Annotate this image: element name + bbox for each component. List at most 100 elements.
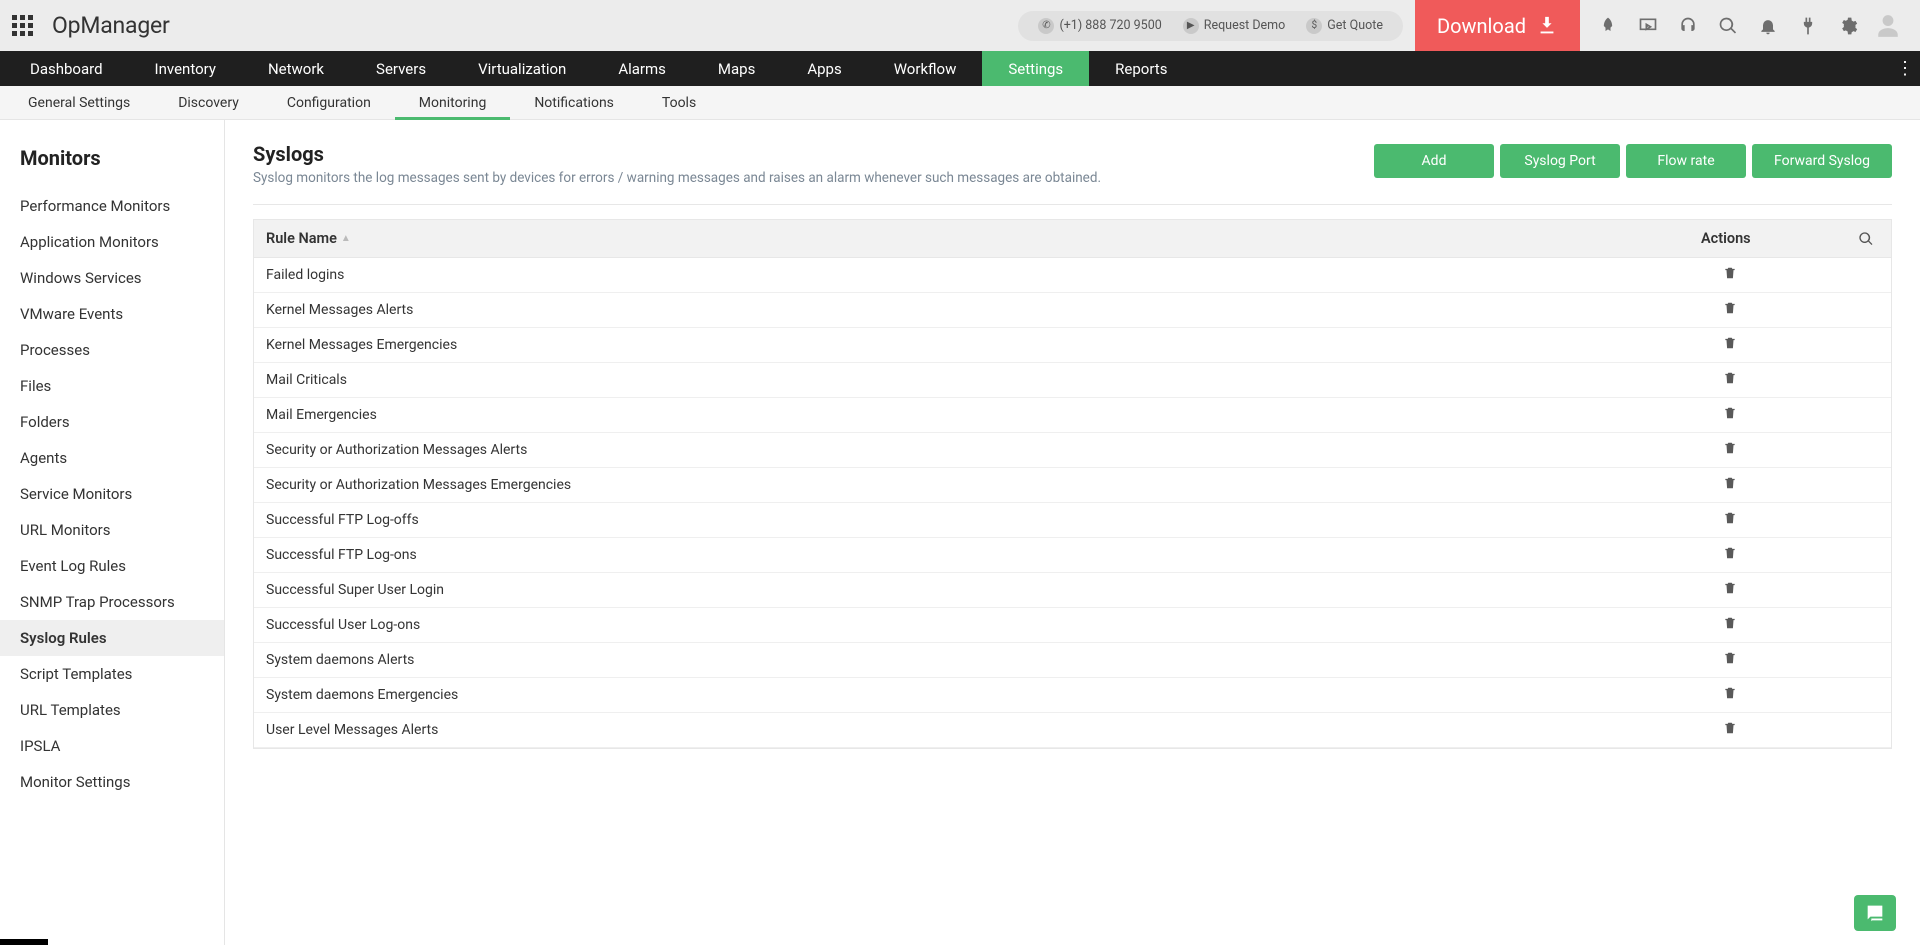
rule-name-cell[interactable]: Successful FTP Log-ons [254, 547, 1701, 563]
forward-syslog-button[interactable]: Forward Syslog [1752, 144, 1892, 178]
mainnav-item-dashboard[interactable]: Dashboard [4, 51, 129, 86]
add-button[interactable]: Add [1374, 144, 1494, 178]
sidebar-item-ipsla[interactable]: IPSLA [0, 728, 224, 764]
subnav-item-general-settings[interactable]: General Settings [4, 86, 154, 119]
download-button[interactable]: Download [1415, 0, 1580, 51]
rule-name-cell[interactable]: Mail Emergencies [254, 407, 1701, 423]
delete-icon[interactable] [1723, 371, 1737, 389]
mainnav-item-workflow[interactable]: Workflow [868, 51, 983, 86]
rule-name-cell[interactable]: User Level Messages Alerts [254, 722, 1701, 738]
rule-name-cell[interactable]: Kernel Messages Emergencies [254, 337, 1701, 353]
sidebar-item-script-templates[interactable]: Script Templates [0, 656, 224, 692]
table-body: Failed logins Kernel Messages Alerts Kerne… [254, 258, 1891, 748]
mainnav-item-servers[interactable]: Servers [350, 51, 452, 86]
delete-icon[interactable] [1723, 406, 1737, 424]
main-panel: Syslogs Syslog monitors the log messages… [225, 120, 1920, 945]
sidebar-item-url-monitors[interactable]: URL Monitors [0, 512, 224, 548]
rule-name-cell[interactable]: System daemons Alerts [254, 652, 1701, 668]
apps-grid-icon[interactable] [12, 15, 34, 37]
syslog-port-button[interactable]: Syslog Port [1500, 144, 1620, 178]
rule-name-cell[interactable]: Security or Authorization Messages Emerg… [254, 477, 1701, 493]
top-contact-pill: ✆ (+1) 888 720 9500 ▶ Request Demo $ Get… [1018, 11, 1403, 41]
sidebar-item-performance-monitors[interactable]: Performance Monitors [0, 188, 224, 224]
table-header: Rule Name ▲ Actions [254, 220, 1891, 258]
delete-icon[interactable] [1723, 511, 1737, 529]
get-quote-link[interactable]: $ Get Quote [1300, 18, 1389, 34]
delete-icon[interactable] [1723, 266, 1737, 284]
rule-name-cell[interactable]: Kernel Messages Alerts [254, 302, 1701, 318]
delete-icon[interactable] [1723, 651, 1737, 669]
sidebar-item-windows-services[interactable]: Windows Services [0, 260, 224, 296]
rocket-icon[interactable] [1588, 6, 1628, 46]
rule-name-cell[interactable]: Successful User Log-ons [254, 617, 1701, 633]
subnav-item-notifications[interactable]: Notifications [510, 86, 638, 119]
sidebar-item-event-log-rules[interactable]: Event Log Rules [0, 548, 224, 584]
rule-name-cell[interactable]: Mail Criticals [254, 372, 1701, 388]
chat-fab[interactable] [1854, 895, 1896, 931]
gear-icon[interactable] [1828, 6, 1868, 46]
search-icon[interactable] [1708, 6, 1748, 46]
mainnav-item-settings[interactable]: Settings [982, 51, 1089, 86]
sidebar-item-url-templates[interactable]: URL Templates [0, 692, 224, 728]
plug-icon[interactable] [1788, 6, 1828, 46]
brand-logo[interactable]: OpManager [52, 12, 170, 39]
phone-link[interactable]: ✆ (+1) 888 720 9500 [1032, 18, 1167, 34]
user-avatar-icon[interactable] [1868, 6, 1908, 46]
request-demo-text: Request Demo [1204, 18, 1286, 33]
page-header: Syslogs Syslog monitors the log messages… [253, 142, 1892, 186]
request-demo-link[interactable]: ▶ Request Demo [1177, 18, 1292, 34]
delete-icon[interactable] [1723, 686, 1737, 704]
page-title: Syslogs [253, 142, 1374, 166]
subnav-item-monitoring[interactable]: Monitoring [395, 86, 511, 119]
sidebar-item-snmp-trap-processors[interactable]: SNMP Trap Processors [0, 584, 224, 620]
delete-icon[interactable] [1723, 441, 1737, 459]
sidebar-item-vmware-events[interactable]: VMware Events [0, 296, 224, 332]
sidebar-item-agents[interactable]: Agents [0, 440, 224, 476]
mainnav-item-alarms[interactable]: Alarms [592, 51, 692, 86]
mainnav-item-reports[interactable]: Reports [1089, 51, 1193, 86]
mainnav-item-apps[interactable]: Apps [781, 51, 867, 86]
delete-icon[interactable] [1723, 546, 1737, 564]
rule-actions-cell [1701, 406, 1841, 424]
delete-icon[interactable] [1723, 301, 1737, 319]
sidebar-item-files[interactable]: Files [0, 368, 224, 404]
delete-icon[interactable] [1723, 476, 1737, 494]
rule-name-cell[interactable]: Security or Authorization Messages Alert… [254, 442, 1701, 458]
delete-icon[interactable] [1723, 581, 1737, 599]
sidebar-item-application-monitors[interactable]: Application Monitors [0, 224, 224, 260]
delete-icon[interactable] [1723, 616, 1737, 634]
mainnav-item-maps[interactable]: Maps [692, 51, 781, 86]
rule-name-cell[interactable]: Failed logins [254, 267, 1701, 283]
delete-icon[interactable] [1723, 336, 1737, 354]
rule-name-cell[interactable]: System daemons Emergencies [254, 687, 1701, 703]
rule-name-cell[interactable]: Successful FTP Log-offs [254, 512, 1701, 528]
rule-actions-cell [1701, 371, 1841, 389]
flow-rate-button[interactable]: Flow rate [1626, 144, 1746, 178]
mainnav-item-network[interactable]: Network [242, 51, 350, 86]
presentation-icon[interactable] [1628, 6, 1668, 46]
sidebar-item-monitor-settings[interactable]: Monitor Settings [0, 764, 224, 800]
mainnav-item-inventory[interactable]: Inventory [129, 51, 242, 86]
headset-icon[interactable] [1668, 6, 1708, 46]
delete-icon[interactable] [1723, 721, 1737, 739]
sort-arrow-icon: ▲ [341, 233, 351, 244]
table-search-icon[interactable] [1841, 231, 1891, 247]
column-rule-name[interactable]: Rule Name ▲ [254, 230, 1701, 247]
mainnav-item-virtualization[interactable]: Virtualization [452, 51, 592, 86]
sidebar-list: Performance MonitorsApplication Monitors… [0, 188, 224, 800]
bell-icon[interactable] [1748, 6, 1788, 46]
sidebar-item-syslog-rules[interactable]: Syslog Rules [0, 620, 224, 656]
sidebar-item-folders[interactable]: Folders [0, 404, 224, 440]
rule-actions-cell [1701, 581, 1841, 599]
sidebar-item-service-monitors[interactable]: Service Monitors [0, 476, 224, 512]
rule-actions-cell [1701, 651, 1841, 669]
download-icon [1536, 15, 1558, 37]
sidebar-item-processes[interactable]: Processes [0, 332, 224, 368]
subnav-item-tools[interactable]: Tools [638, 86, 720, 119]
main-nav-more-icon[interactable]: ⋮ [1890, 51, 1920, 86]
sub-nav: General SettingsDiscoveryConfigurationMo… [0, 86, 1920, 120]
subnav-item-discovery[interactable]: Discovery [154, 86, 263, 119]
rule-name-cell[interactable]: Successful Super User Login [254, 582, 1701, 598]
subnav-item-configuration[interactable]: Configuration [263, 86, 395, 119]
table-row: Kernel Messages Emergencies [254, 328, 1891, 363]
